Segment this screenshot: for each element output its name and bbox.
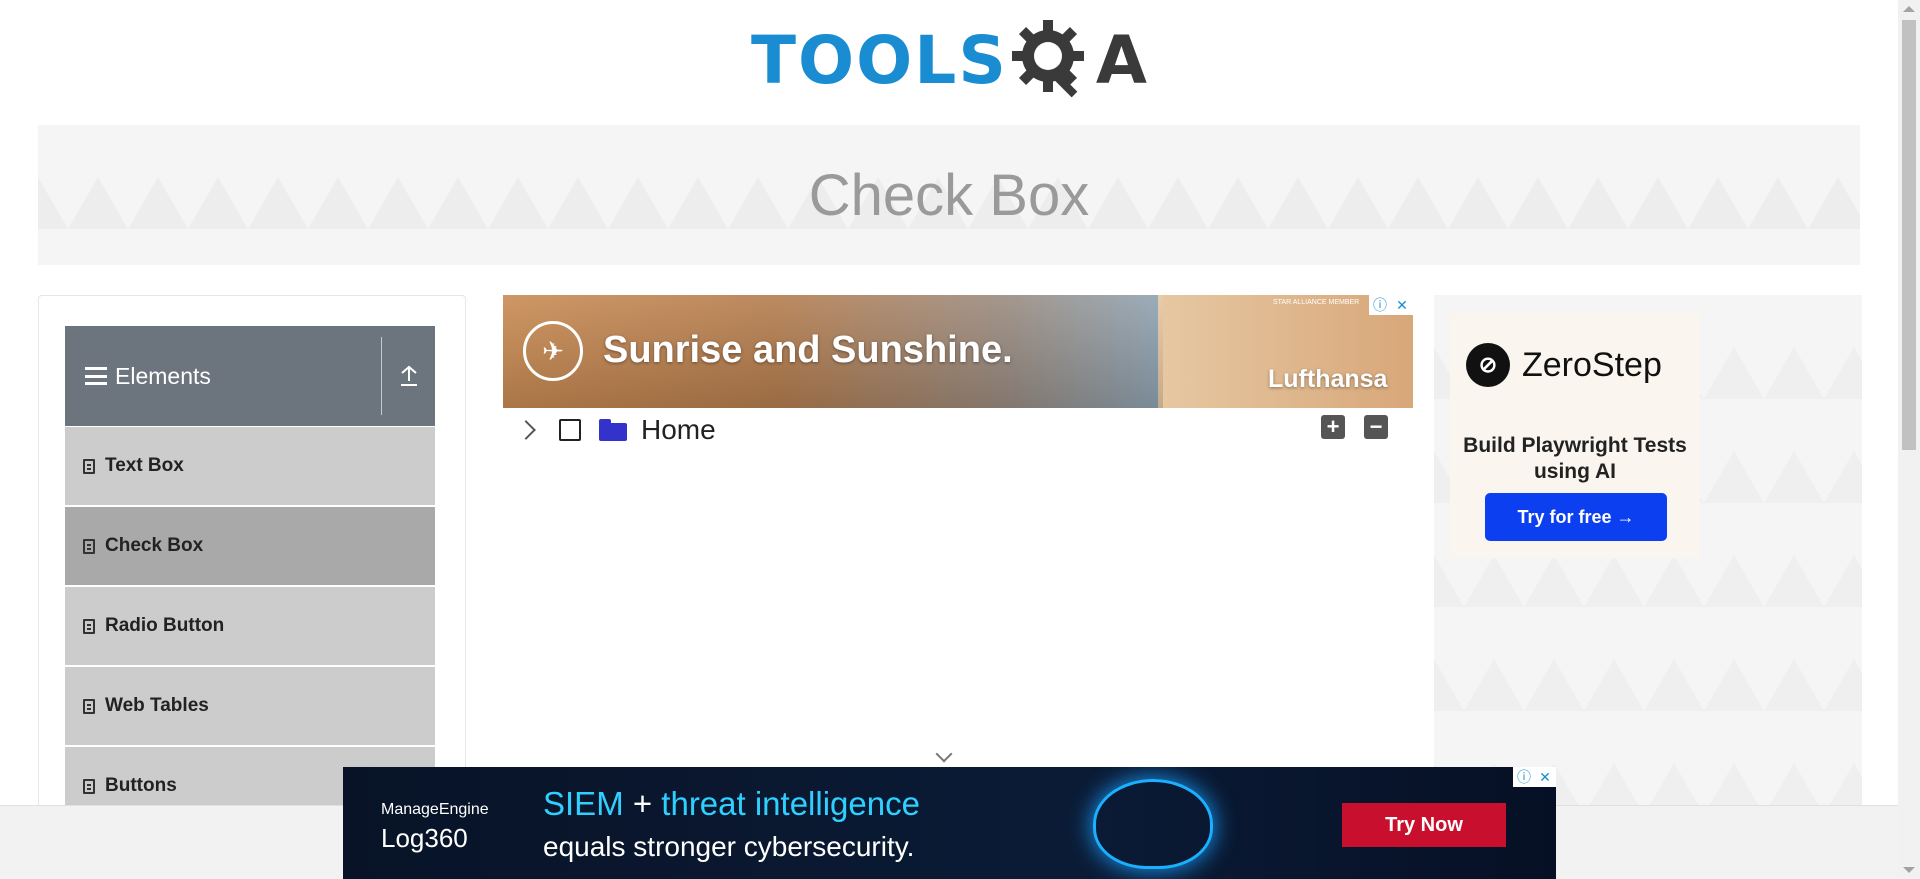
scroll-up-icon[interactable] <box>1903 6 1915 12</box>
try-for-free-button[interactable]: Try for free → <box>1485 493 1667 541</box>
sidebar-item-check-box[interactable]: Check Box <box>65 506 435 586</box>
tree-node-label[interactable]: Home <box>641 414 716 446</box>
hamburger-icon <box>85 367 107 385</box>
elements-group-title: Elements <box>65 363 381 390</box>
logo-text: TOOLS <box>751 21 1008 99</box>
ad-info-icon[interactable]: ⓘ <box>1369 295 1391 315</box>
tree-node-home: Home <box>516 412 716 448</box>
headline-plus: + <box>623 785 662 822</box>
sidebar-item-label: Radio Button <box>105 615 225 636</box>
elements-group-header[interactable]: Elements <box>65 326 435 426</box>
scroll-thumb[interactable] <box>1902 20 1916 450</box>
zerostep-brand: ⊘ ZeroStep <box>1466 343 1662 387</box>
ad-close-icon[interactable]: ✕ <box>1391 295 1413 315</box>
html5-icon <box>83 538 95 554</box>
ad-close-icon[interactable]: ✕ <box>1534 767 1556 787</box>
html5-icon <box>83 618 95 634</box>
expand-chevron-icon[interactable] <box>516 420 536 440</box>
sidebar-item-label: Text Box <box>105 455 184 476</box>
crane-logo-icon: ✈ <box>523 321 583 381</box>
chevron-down-icon[interactable] <box>935 745 953 763</box>
bottom-ad-subline: equals stronger cybersecurity. <box>543 831 915 862</box>
vertical-scrollbar[interactable] <box>1898 0 1920 879</box>
zerostep-name: ZeroStep <box>1522 345 1662 384</box>
sidebar-item-radio-button[interactable]: Radio Button <box>65 586 435 666</box>
bottom-ad-banner[interactable]: ManageEngine Log360 SIEM + threat intell… <box>343 767 1556 879</box>
top-ad-headline: Sunrise and Sunshine. <box>603 329 1013 371</box>
brain-icon <box>1093 779 1213 869</box>
collapse-group-icon[interactable] <box>382 326 435 426</box>
zerostep-description: Build Playwright Tests using AI <box>1463 434 1687 483</box>
gear-magnifier-icon <box>1011 20 1084 98</box>
sidebar-item-text-box[interactable]: Text Box <box>65 426 435 506</box>
try-now-button[interactable]: Try Now <box>1342 803 1506 847</box>
html5-icon <box>83 698 95 714</box>
headline-part-2: threat intelligence <box>661 785 920 822</box>
headline-part-1: SIEM <box>543 785 624 822</box>
sidebar-item-label: Check Box <box>105 535 204 556</box>
sidebar-item-web-tables[interactable]: Web Tables <box>65 666 435 746</box>
zerostep-logo-icon: ⊘ <box>1466 343 1510 387</box>
home-checkbox[interactable] <box>559 419 581 441</box>
zerostep-ad[interactable]: ⊘ ZeroStep Build Playwright Tests using … <box>1450 313 1700 558</box>
folder-icon <box>599 419 627 441</box>
bottom-ad-headline: SIEM + threat intelligence <box>543 785 920 823</box>
page-title: Check Box <box>808 162 1090 228</box>
top-ad-mini-text: STAR ALLIANCE MEMBER <box>1273 299 1360 306</box>
collapse-all-button[interactable]: − <box>1364 415 1388 439</box>
ad-info-icon[interactable]: ⓘ <box>1513 767 1535 787</box>
top-ad-banner[interactable]: ✈ Sunrise and Sunshine. STAR ALLIANCE ME… <box>503 295 1413 408</box>
elements-menu: Text Box Check Box Radio Button Web Tabl… <box>65 426 435 826</box>
site-header: TOOLS A <box>0 0 1898 120</box>
page: TOOLS A Check Box Elements Text Box Chec… <box>0 0 1920 879</box>
html5-icon <box>83 778 95 794</box>
logo-text-tail: A <box>1095 21 1147 99</box>
sidebar-item-label: Web Tables <box>105 695 209 716</box>
group-divider <box>381 337 382 415</box>
bottom-ad-brand-top: ManageEngine <box>381 801 489 818</box>
expand-all-button[interactable]: + <box>1321 415 1345 439</box>
sidebar-item-label: Buttons <box>105 775 177 796</box>
group-title-label: Elements <box>115 362 211 389</box>
html5-icon <box>83 458 95 474</box>
top-ad-brand: Lufthansa <box>1268 365 1388 393</box>
page-banner: Check Box <box>38 125 1860 265</box>
bottom-ad-brand-bottom: Log360 <box>381 823 468 853</box>
toolsqa-logo[interactable]: TOOLS A <box>751 18 1147 102</box>
scroll-down-icon[interactable] <box>1903 867 1915 873</box>
